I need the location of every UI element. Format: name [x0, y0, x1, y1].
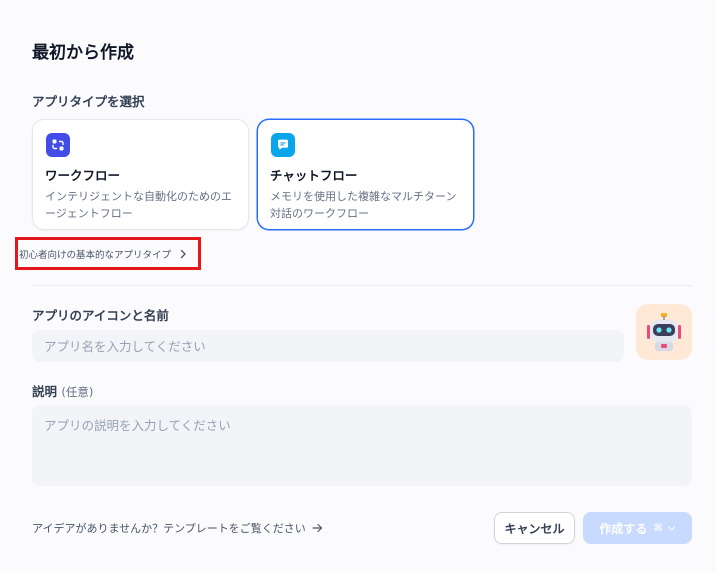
- workflow-icon: [46, 133, 70, 157]
- description-textarea[interactable]: [32, 405, 692, 486]
- workflow-card-description: インテリジェントな自動化のためのエージェントフロー: [45, 190, 232, 220]
- create-button-label: 作成する: [599, 521, 648, 536]
- dialog-title: 最初から作成: [32, 43, 134, 63]
- section-divider: [32, 285, 692, 286]
- description-label: 説明 (任意): [32, 381, 93, 400]
- app-name-input[interactable]: [32, 330, 624, 362]
- chevron-right-icon: [179, 249, 187, 259]
- template-link[interactable]: アイデアがありませんか？テンプレートをご覧ください: [32, 520, 323, 536]
- app-type-label: アプリタイプを選択: [32, 94, 145, 109]
- basic-app-types-label: 初心者向けの基本的なアプリタイプ: [19, 249, 172, 261]
- command-key-icon: ⌘: [653, 522, 663, 534]
- create-button[interactable]: 作成する ⌘: [583, 512, 692, 544]
- chatflow-card-title: チャットフロー: [270, 168, 358, 183]
- chatflow-card[interactable]: チャットフロー メモリを使用した複雑なマルチターン対話のワークフロー: [257, 119, 474, 230]
- create-app-dialog: 最初から作成 アプリタイプを選択 ワークフロー インテリジェントな自動化のための…: [0, 0, 716, 573]
- template-link-text: アイデアがありませんか？テンプレートをご覧ください: [32, 522, 306, 535]
- cancel-button[interactable]: キャンセル: [494, 512, 575, 544]
- arrow-right-icon: [312, 523, 323, 533]
- basic-app-types-link[interactable]: 初心者向けの基本的なアプリタイプ: [15, 237, 201, 270]
- optional-label: (任意): [61, 385, 94, 399]
- robot-avatar-icon[interactable]: [636, 304, 692, 360]
- enter-key-icon: [667, 526, 675, 531]
- chatflow-card-description: メモリを使用した複雑なマルチターン対話のワークフロー: [270, 190, 457, 220]
- app-name-label: アプリのアイコンと名前: [32, 308, 169, 323]
- shortcut-hint: ⌘: [653, 523, 675, 534]
- chatflow-icon: [271, 133, 295, 157]
- workflow-card[interactable]: ワークフロー インテリジェントな自動化のためのエージェントフロー: [32, 119, 249, 230]
- workflow-card-title: ワークフロー: [45, 168, 121, 183]
- description-label-text: 説明: [32, 384, 58, 399]
